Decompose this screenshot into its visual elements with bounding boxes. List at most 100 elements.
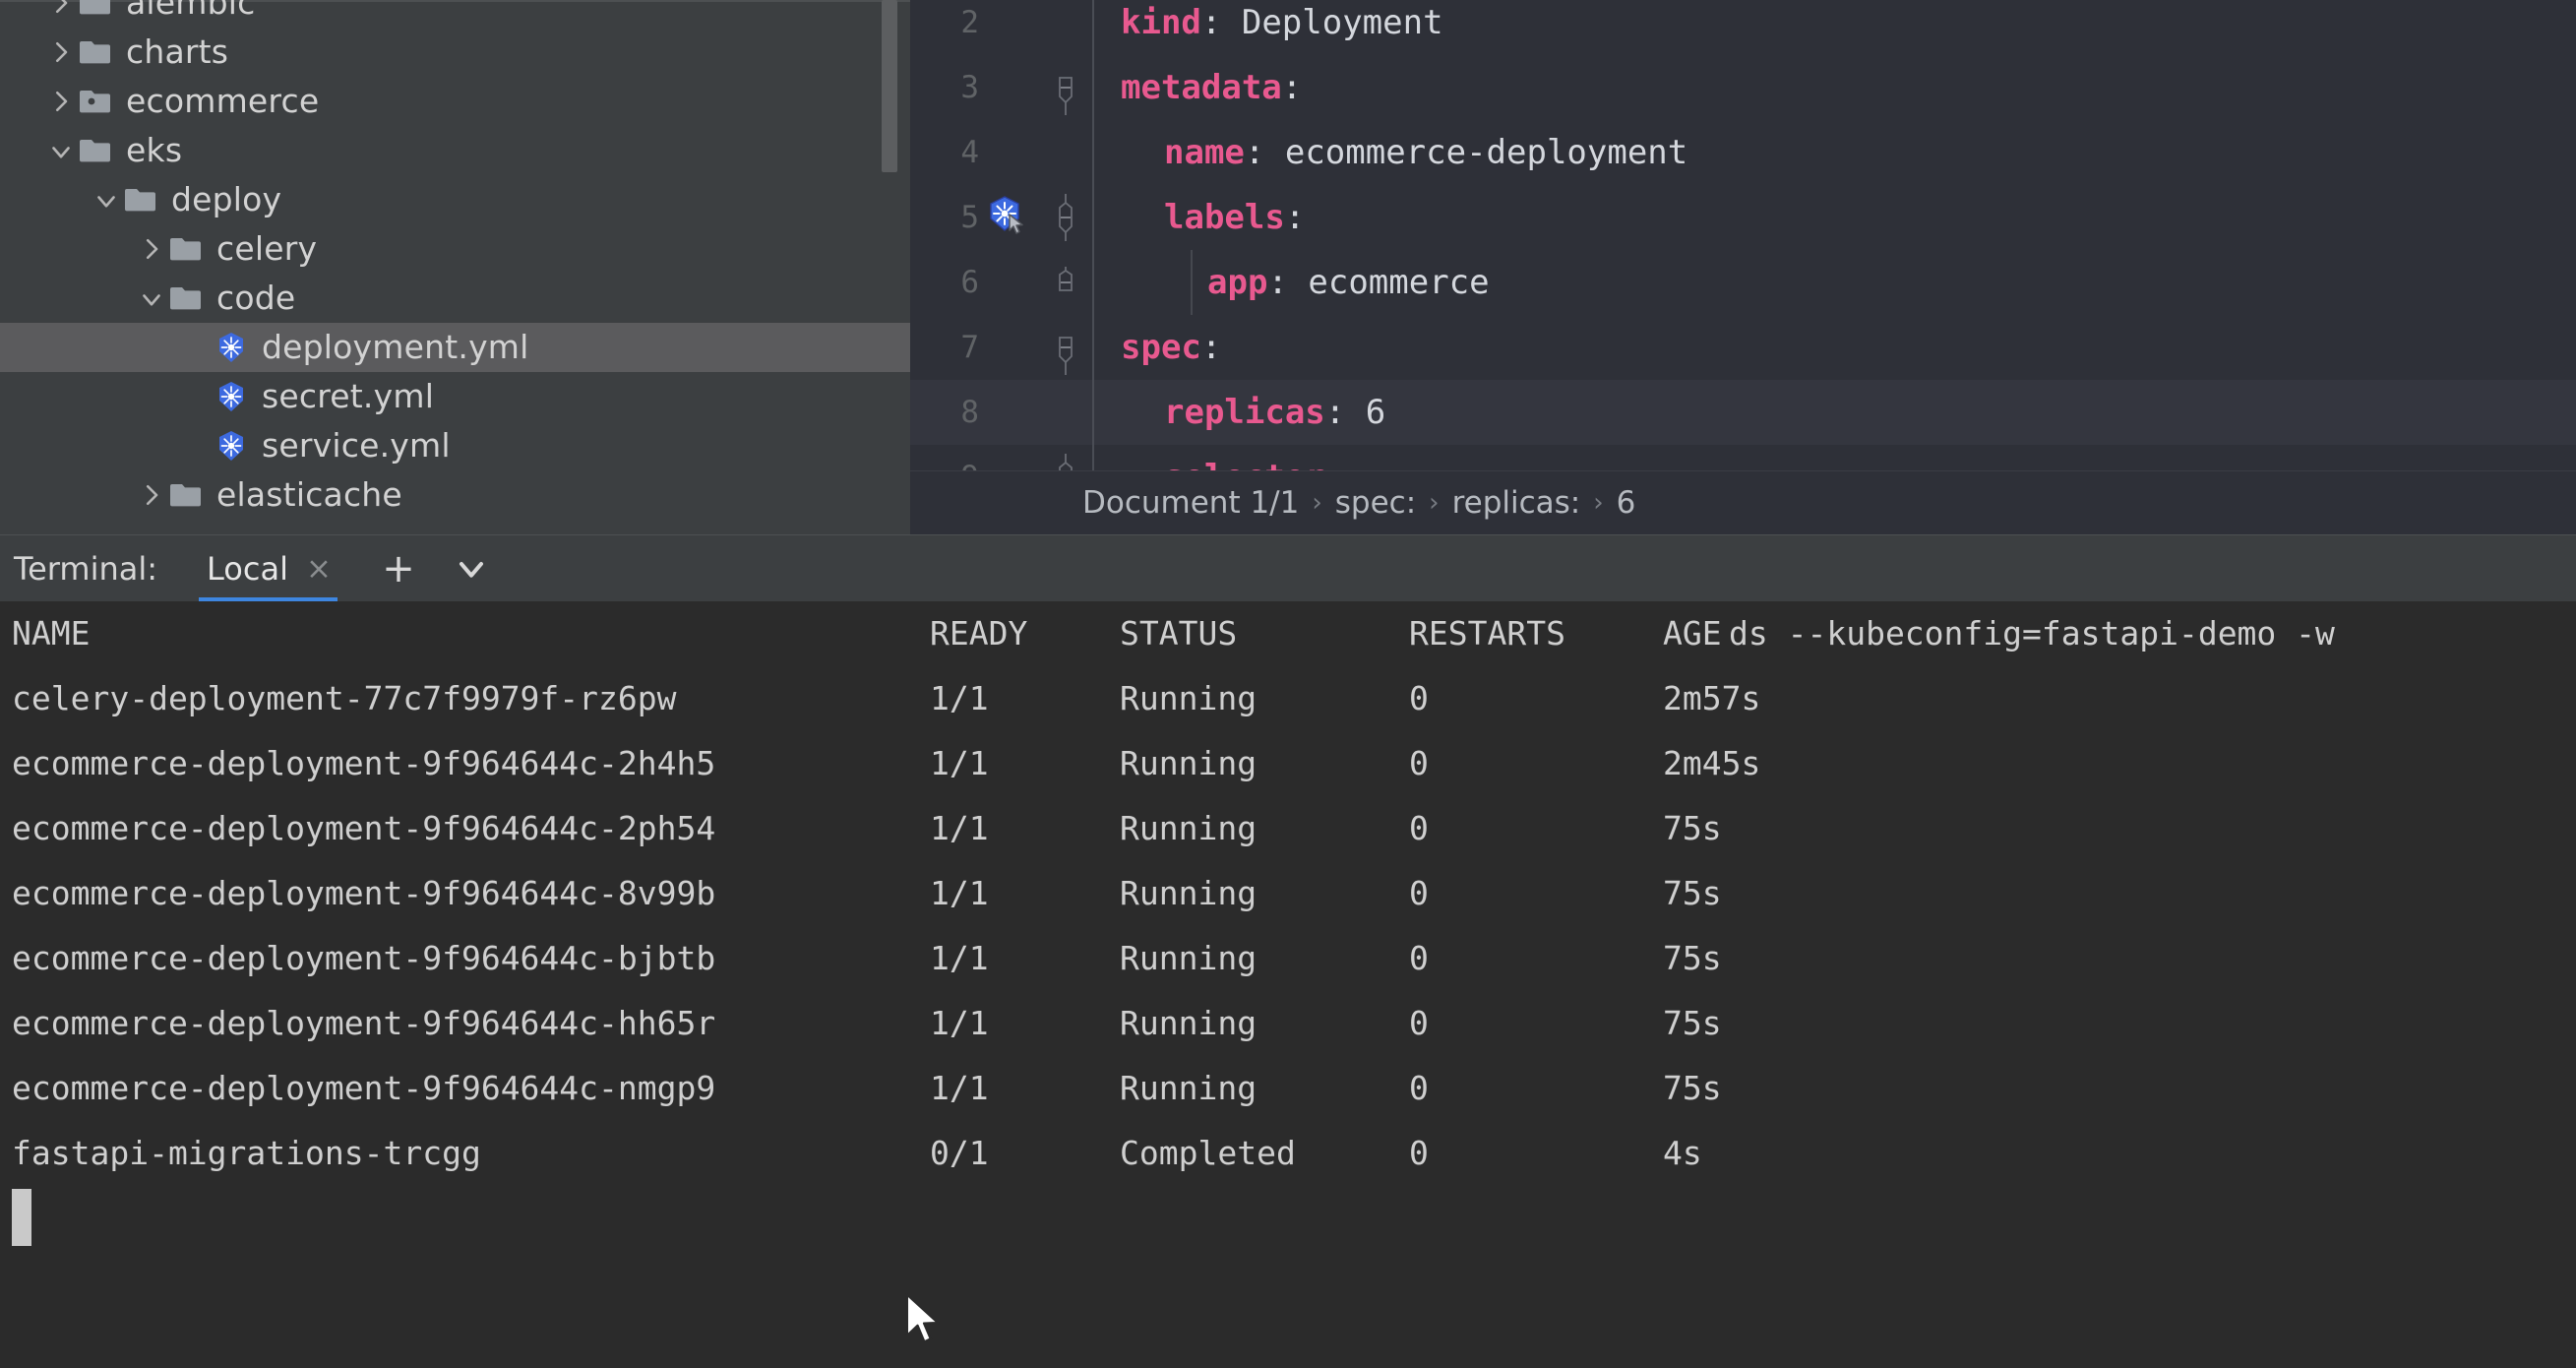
pod-restarts: 0 [1409,926,1429,991]
tree-item-elasticache[interactable]: elasticache [0,470,910,520]
pod-name: ecommerce-deployment-9f964644c-2ph54 [12,796,715,861]
code-text: spec: [1093,315,1221,380]
code-line[interactable]: 6app: ecommerce [910,250,2576,315]
pod-ready: 1/1 [930,1056,989,1121]
column-header-restarts: RESTARTS [1409,601,1565,666]
chevron-right-icon[interactable] [136,479,167,511]
code-line[interactable]: 2 kind: Deployment [910,0,2576,55]
code-line[interactable]: 7spec: [910,315,2576,380]
tree-item-label: code [216,274,295,323]
column-header-name: NAME [12,601,90,666]
code-line[interactable]: 4name: ecommerce-deployment [910,120,2576,185]
breadcrumb-item[interactable]: spec: [1335,485,1416,521]
chevron-down-icon[interactable] [136,282,167,314]
terminal-tab-local[interactable]: Local × [195,535,341,602]
gutter-separator [1092,55,1094,120]
indent-guide [1191,250,1193,315]
pod-age: 4s [1663,1121,1702,1186]
pod-ready: 1/1 [930,926,989,991]
code-fold-toggle[interactable] [1038,55,1093,120]
chevron-down-icon[interactable] [91,184,122,216]
code-lines[interactable]: 2 kind: Deployment3metadata:4name: ecomme… [910,0,2576,510]
tree-item-charts[interactable]: charts [0,28,910,77]
pod-status: Running [1120,731,1257,796]
code-fold-toggle[interactable] [1038,315,1093,380]
tree-item-ecommerce[interactable]: ecommerce [0,77,910,126]
ide-window: alembicchartsecommerceeksdeploycelerycod… [0,0,2576,1368]
line-number: 8 [910,380,979,445]
folder-icon [167,282,205,314]
terminal-lines: NAMEREADYSTATUSRESTARTSAGEds --kubeconfi… [0,601,2576,1186]
project-tree-panel[interactable]: alembicchartsecommerceeksdeploycelerycod… [0,0,910,534]
pod-ready: 0/1 [930,1121,989,1186]
close-icon[interactable]: × [304,551,334,587]
pod-status: Completed [1120,1121,1296,1186]
code-line[interactable]: 8 replicas: 6 [910,380,2576,445]
project-tree-scrollbar[interactable] [882,0,897,172]
line-number: 6 [910,250,979,315]
tree-item-deploy[interactable]: deploy [0,175,910,224]
gutter-separator [1092,315,1094,380]
code-text: kind: Deployment [1093,0,1443,55]
column-header-status: STATUS [1120,601,1237,666]
code-fold-toggle[interactable] [1038,185,1093,250]
tree-item-alembic[interactable]: alembic [0,0,910,28]
tree-item-deployment-yml[interactable]: deployment.yml [0,323,910,372]
tree-item-label: charts [126,28,228,77]
pod-restarts: 0 [1409,991,1429,1056]
terminal-label: Terminal: [0,550,195,588]
terminal-pod-row: ecommerce-deployment-9f964644c-8v99b1/1R… [0,861,2576,926]
pod-ready: 1/1 [930,991,989,1056]
chevron-right-icon[interactable] [136,233,167,265]
pod-status: Running [1120,666,1257,731]
tree-item-celery[interactable]: celery [0,224,910,274]
folder-icon [77,135,114,166]
tree-item-eks[interactable]: eks [0,126,910,175]
code-fold-toggle[interactable] [1038,250,1093,315]
pod-restarts: 0 [1409,666,1429,731]
kubernetes-run-gutter-icon[interactable] [979,194,1038,241]
chevron-down-icon[interactable] [450,549,493,589]
code-text: replicas: 6 [1093,380,1385,445]
chevron-right-icon[interactable] [45,86,77,117]
breadcrumb-item[interactable]: Document 1/1 [1082,485,1299,521]
chevron-right-icon[interactable] [45,36,77,68]
pod-name: ecommerce-deployment-9f964644c-hh65r [12,991,715,1056]
tree-item-service-yml[interactable]: service.yml [0,421,910,470]
pod-restarts: 0 [1409,1121,1429,1186]
line-number: 5 [910,185,979,250]
folder-icon [77,36,114,68]
code-line[interactable]: 3metadata: [910,55,2576,120]
pod-age: 75s [1663,861,1722,926]
breadcrumb-item[interactable]: 6 [1617,485,1636,521]
add-terminal-icon[interactable]: + [379,546,418,591]
code-line[interactable]: 5labels: [910,185,2576,250]
terminal-toolbar: Terminal: Local × + [0,534,2576,601]
tree-item-secret-yml[interactable]: secret.yml [0,372,910,421]
terminal-pod-row: celery-deployment-77c7f9979f-rz6pw 1/1 Run… [0,666,2576,731]
column-header-ready: READY [930,601,1027,666]
terminal-pod-row: fastapi-migrations-trcgg0/1Completed04s [0,1121,2576,1186]
kubernetes-file-icon [213,331,250,364]
pod-ready: 1/1 [930,666,989,731]
folder-icon [167,233,205,265]
terminal-pod-row: ecommerce-deployment-9f964644c-nmgp91/1R… [0,1056,2576,1121]
tree-item-code[interactable]: code [0,274,910,323]
tree-item-label: celery [216,224,317,274]
pod-status: Running [1120,926,1257,991]
pod-age: 75s [1663,796,1722,861]
editor-breadcrumb[interactable]: Document 1/1›spec:›replicas:›6 [910,470,2576,534]
pod-status: Running [1120,796,1257,861]
ide-top-area: alembicchartsecommerceeksdeploycelerycod… [0,0,2576,534]
pod-name: celery-deployment-77c7f9979f-rz6pw [12,666,677,731]
pod-restarts: 0 [1409,731,1429,796]
tree-item-label: deployment.yml [262,323,529,372]
terminal-output[interactable]: NAMEREADYSTATUSRESTARTSAGEds --kubeconfi… [0,601,2576,1368]
breadcrumb-item[interactable]: replicas: [1452,485,1581,521]
line-number: 2 [910,0,979,55]
code-editor-panel[interactable]: 2 kind: Deployment3metadata:4name: ecomme… [910,0,2576,534]
column-header-age: AGE [1663,601,1722,666]
chevron-right-icon[interactable] [45,0,77,19]
chevron-down-icon[interactable] [45,135,77,166]
breadcrumb-separator: › [1580,488,1616,518]
